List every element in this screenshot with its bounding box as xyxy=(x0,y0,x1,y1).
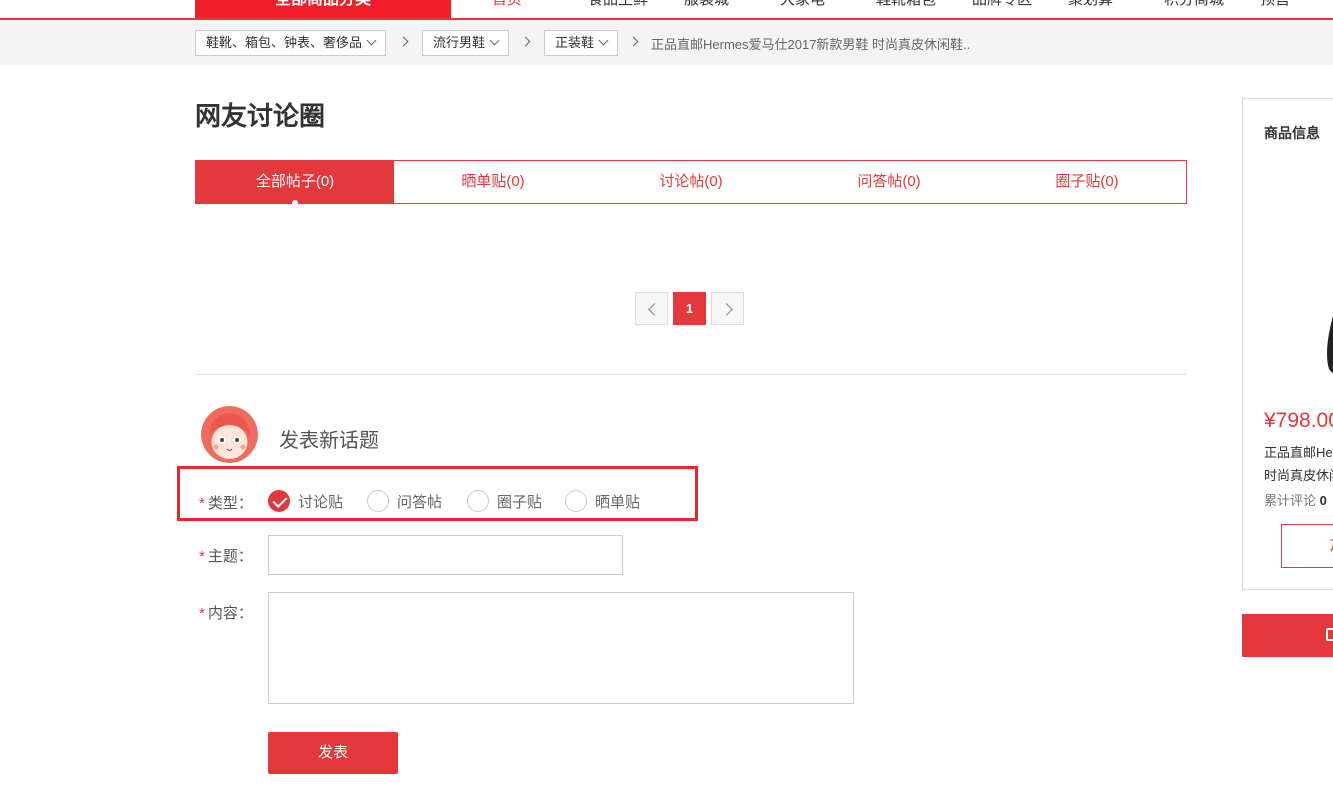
type-label-text: 类型： xyxy=(207,495,253,512)
required-mark: * xyxy=(199,495,205,512)
all-categories-button[interactable]: 全部商品分类 xyxy=(195,0,451,18)
required-mark: * xyxy=(199,605,205,622)
tab-showcase-posts[interactable]: 晒单贴(0) xyxy=(394,161,592,203)
required-mark: * xyxy=(199,548,205,565)
content-label-text: 内容： xyxy=(207,605,253,622)
product-name-line1: 正品直邮Hermes爱马仕 xyxy=(1264,445,1333,460)
avatar xyxy=(201,406,258,463)
nav-link-presale[interactable]: 预售 xyxy=(1260,0,1333,18)
product-comment-count: 累计评论 0 xyxy=(1264,490,1327,509)
radio-unchecked-icon xyxy=(565,490,587,512)
post-tabs: 全部帖子(0) 晒单贴(0) 讨论帖(0) 问答帖(0) 圈子贴(0) xyxy=(195,160,1187,206)
publish-button[interactable]: 发表 xyxy=(268,732,398,774)
page-number-current[interactable]: 1 xyxy=(673,292,706,325)
product-image[interactable] xyxy=(1263,159,1333,399)
radio-type-circle[interactable]: 圈子贴 xyxy=(467,490,542,512)
shoe-image-icon xyxy=(1327,316,1333,374)
breadcrumb-category-dropdown[interactable]: 鞋靴、箱包、钟表、奢侈品 xyxy=(195,30,387,56)
edit-icon xyxy=(1326,628,1333,641)
prev-page-button[interactable] xyxy=(635,292,668,325)
subject-label-text: 主题： xyxy=(207,548,253,565)
breadcrumb-product: 正品直邮Hermes爱马仕2017新款男鞋 时尚真皮休闲鞋.. xyxy=(651,37,971,52)
product-price: ¥798.00 xyxy=(1264,409,1333,432)
nav-link-points-mall[interactable]: 积分商城 xyxy=(1164,0,1260,18)
radio-unchecked-icon xyxy=(367,490,389,512)
breadcrumb-subcategory-label: 流行男鞋 xyxy=(433,35,486,50)
tab-discussion-posts[interactable]: 讨论帖(0) xyxy=(592,161,790,203)
add-to-cart-button[interactable]: 加入购物车 xyxy=(1281,524,1333,568)
chevron-down-icon xyxy=(598,35,609,46)
nav-link-clothing[interactable]: 服装城 xyxy=(684,0,780,18)
breadcrumb-category-label: 鞋靴、箱包、钟表、奢侈品 xyxy=(206,35,363,50)
chevron-right-icon xyxy=(520,36,531,47)
breadcrumb-subcategory-dropdown[interactable]: 流行男鞋 xyxy=(422,30,510,56)
radio-unchecked-icon xyxy=(467,490,489,512)
nav-link-home[interactable]: 首页 xyxy=(492,0,588,18)
tab-circle-posts[interactable]: 圈子贴(0) xyxy=(988,161,1186,203)
nav-link-deals[interactable]: 聚划算 xyxy=(1068,0,1164,18)
nav-links: 首页 食品生鲜 服装城 大家电 鞋靴箱包 品牌专区 聚划算 积分商城 预售 xyxy=(492,0,1333,18)
nav-link-brands[interactable]: 品牌专区 xyxy=(972,0,1068,18)
content-textarea[interactable] xyxy=(268,592,854,704)
page-title: 网友讨论圈 xyxy=(195,101,326,131)
tab-all-posts[interactable]: 全部帖子(0) xyxy=(196,161,394,206)
subject-label: * 主题： xyxy=(199,545,253,566)
radio-type-showcase[interactable]: 晒单贴 xyxy=(565,490,640,512)
product-info-title: 商品信息 xyxy=(1264,125,1320,141)
chevron-down-icon xyxy=(366,35,377,46)
radio-type-discussion[interactable]: 讨论贴 xyxy=(268,490,343,512)
type-label: * 类型： xyxy=(199,492,253,513)
product-info-card: 商品信息 ¥798.00 正品直邮Hermes爱马仕 时尚真皮休闲鞋 累计评论 … xyxy=(1242,98,1333,590)
subject-input[interactable] xyxy=(268,535,623,575)
chevron-down-icon xyxy=(489,35,500,46)
top-nav: 全部商品分类 首页 食品生鲜 服装城 大家电 鞋靴箱包 品牌专区 聚划算 积分商… xyxy=(0,0,1333,20)
pagination: 1 xyxy=(635,292,744,325)
chevron-right-icon xyxy=(398,36,409,47)
radio-type-discussion-label: 讨论贴 xyxy=(298,493,344,511)
radio-type-showcase-label: 晒单贴 xyxy=(595,493,641,511)
radio-type-qa[interactable]: 问答帖 xyxy=(367,490,442,512)
comment-count-label: 累计评论 xyxy=(1264,493,1317,508)
breadcrumb-type-dropdown[interactable]: 正装鞋 xyxy=(544,30,619,56)
nav-link-food[interactable]: 食品生鲜 xyxy=(588,0,684,18)
product-name-line2: 时尚真皮休闲鞋 xyxy=(1264,468,1333,483)
comment-count-value: 0 xyxy=(1319,493,1327,508)
radio-checked-icon xyxy=(268,490,290,512)
nav-link-appliances[interactable]: 大家电 xyxy=(780,0,876,18)
section-divider xyxy=(195,374,1187,375)
breadcrumb-type-label: 正装鞋 xyxy=(555,35,595,50)
radio-type-circle-label: 圈子贴 xyxy=(497,493,543,511)
breadcrumb: 鞋靴、箱包、钟表、奢侈品 流行男鞋 正装鞋 正品直邮Hermes爱马仕2017新… xyxy=(0,20,1333,65)
side-action-button[interactable] xyxy=(1242,614,1333,657)
avatar-face-icon xyxy=(201,406,258,463)
chevron-right-icon xyxy=(628,36,639,47)
tab-qa-posts[interactable]: 问答帖(0) xyxy=(790,161,988,203)
radio-type-qa-label: 问答帖 xyxy=(397,493,443,511)
next-page-button[interactable] xyxy=(711,292,744,325)
nav-link-shoes-bags[interactable]: 鞋靴箱包 xyxy=(876,0,972,18)
new-topic-heading: 发表新话题 xyxy=(279,430,379,452)
content-label: * 内容： xyxy=(199,602,253,623)
product-name[interactable]: 正品直邮Hermes爱马仕 时尚真皮休闲鞋 xyxy=(1264,441,1333,487)
